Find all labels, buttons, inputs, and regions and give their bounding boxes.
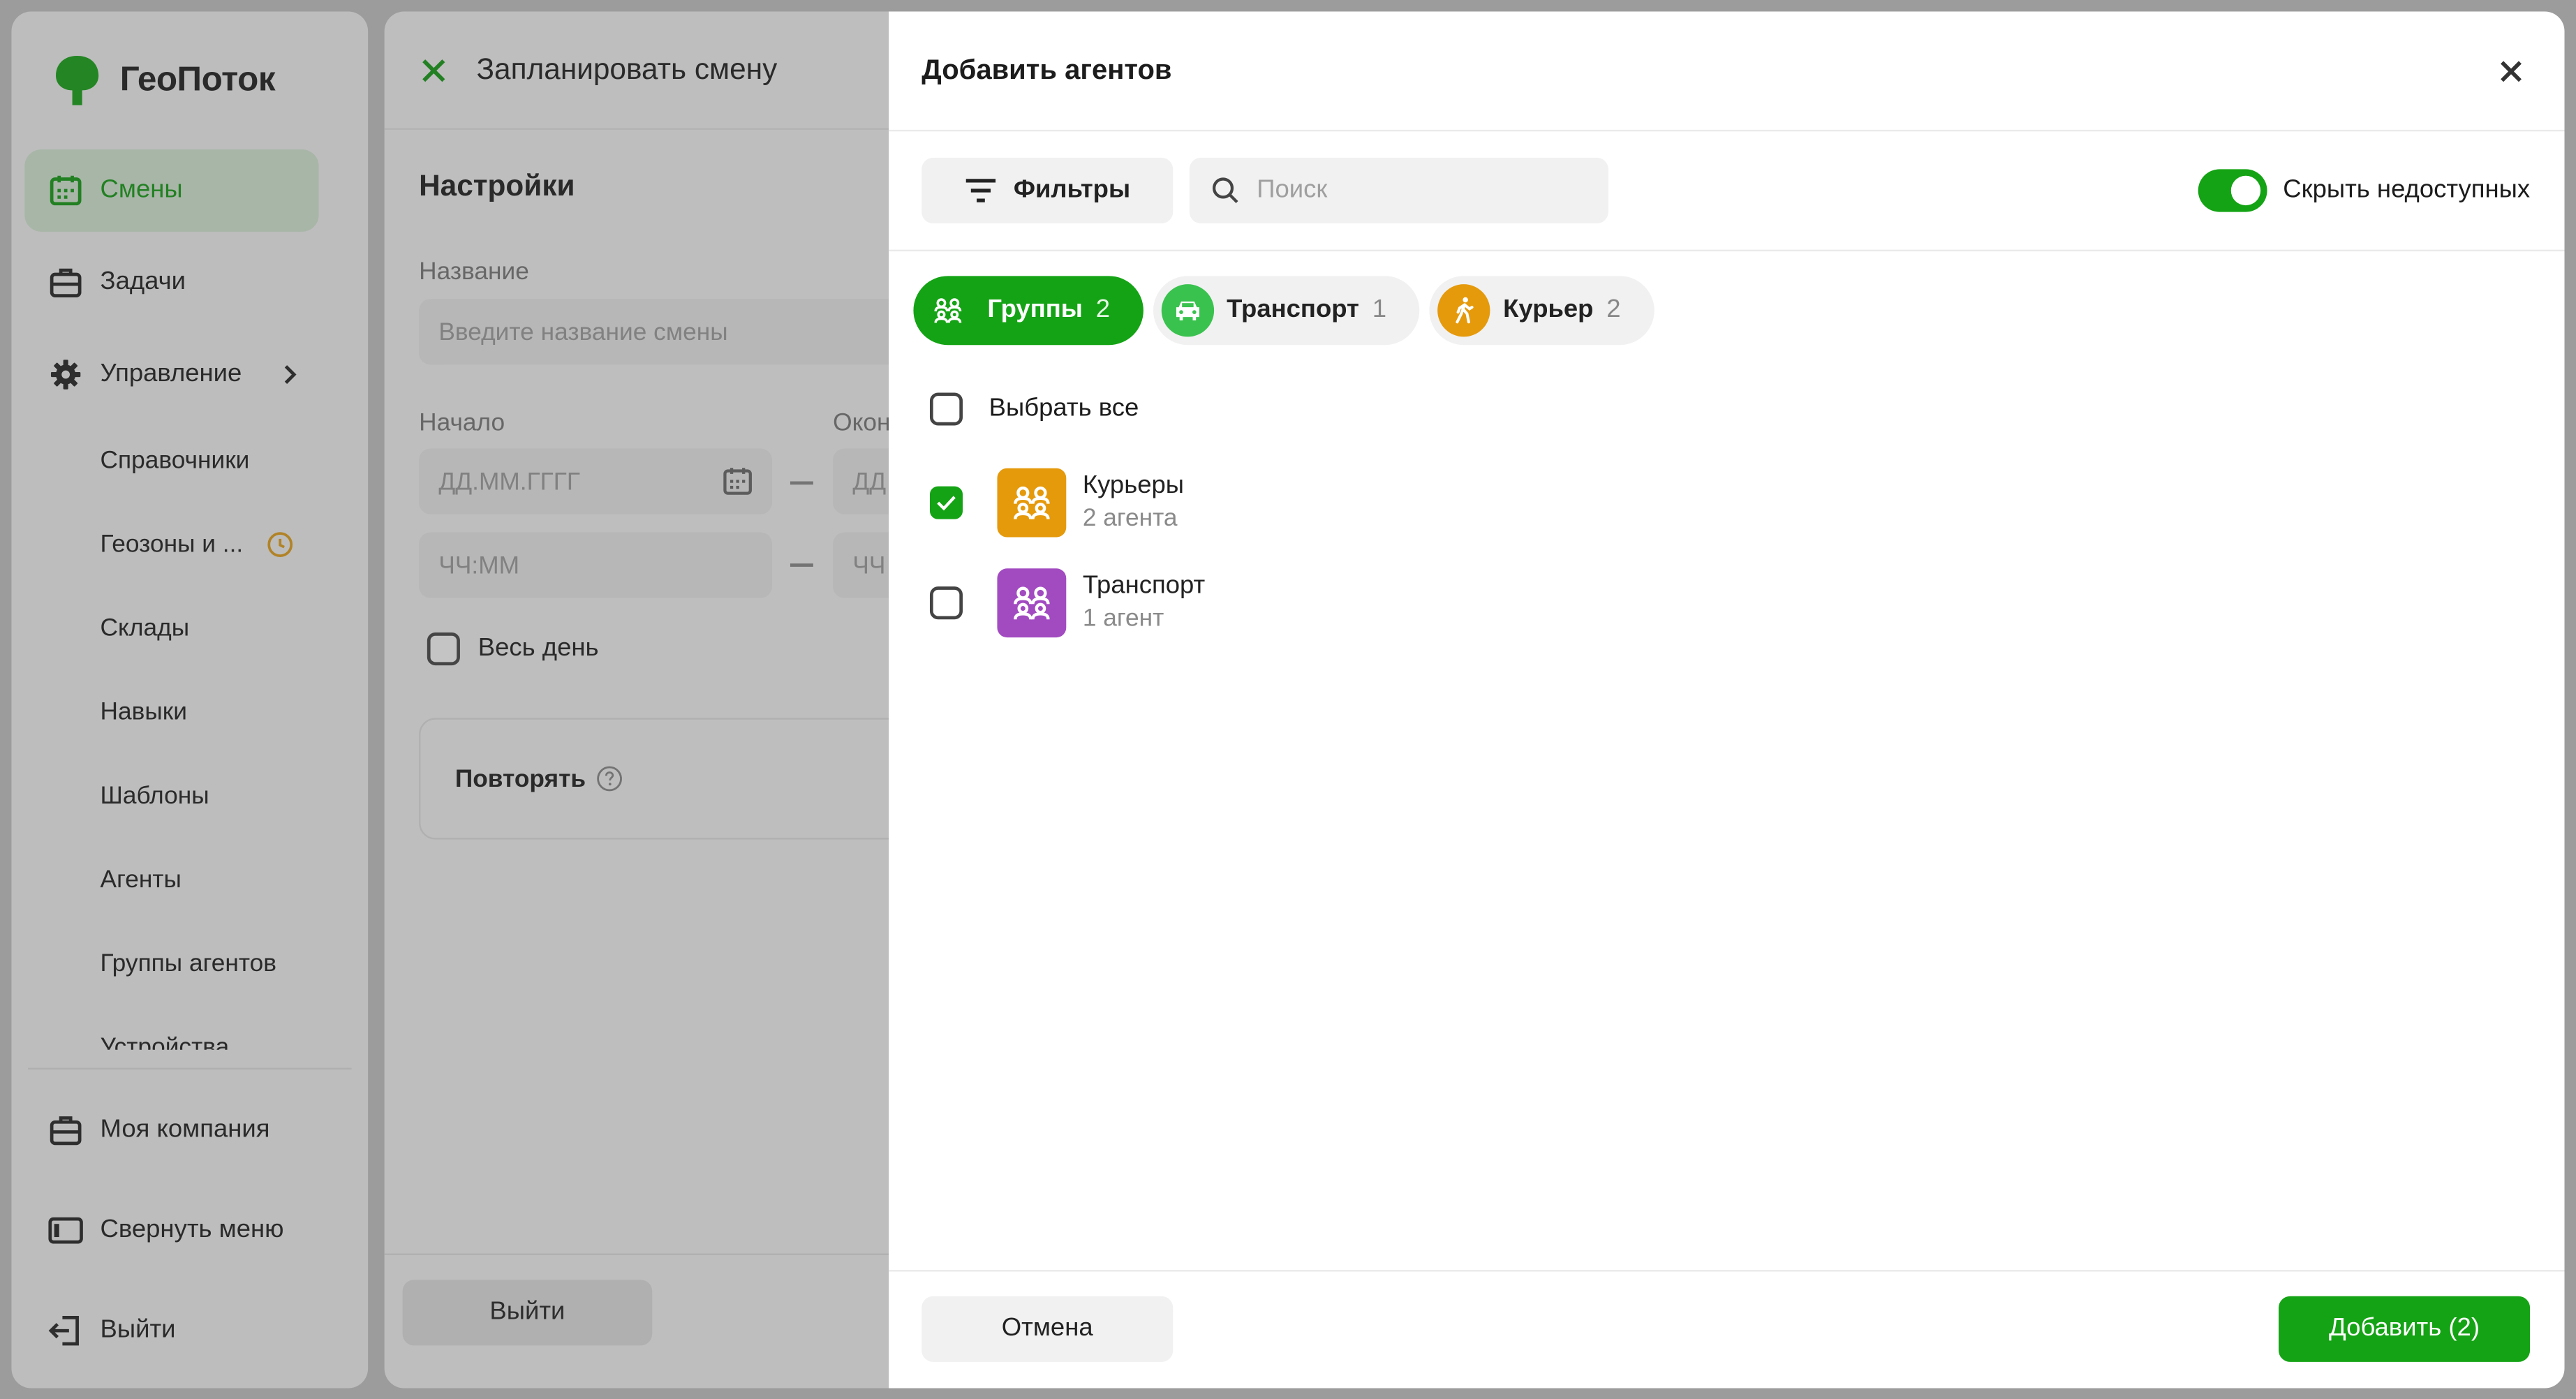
group-icon	[934, 298, 962, 323]
dialog-title: Добавить агентов	[921, 54, 1172, 86]
chip-icon-bg	[1437, 284, 1490, 337]
tab-courier[interactable]: Курьер 2	[1429, 276, 1654, 346]
walking-person-icon	[1456, 297, 1474, 324]
cancel-button[interactable]: Отмена	[921, 1296, 1174, 1362]
group-agent-count: 1 агент	[1082, 605, 1164, 633]
search-box[interactable]	[1189, 157, 1608, 224]
tab-count: 1	[1372, 295, 1387, 324]
group-avatar	[997, 468, 1067, 538]
group-name: Курьеры	[1082, 471, 1184, 500]
toggle-knob	[2230, 175, 2260, 206]
car-icon	[1176, 301, 1199, 320]
list-item[interactable]: Транспорт 1 агент	[929, 568, 1205, 638]
tab-label: Курьер	[1503, 295, 1594, 324]
dialog-toolbar: Фильтры Скрыть недоступных	[889, 131, 2565, 252]
filter-icon	[965, 179, 995, 202]
search-icon	[1212, 177, 1238, 203]
add-agents-dialog: Добавить агентов Фильтры Поиск Скрыть не…	[889, 11, 2565, 1389]
tab-label: Транспорт	[1227, 295, 1359, 324]
dialog-footer-divider	[889, 1270, 2565, 1272]
chip-icon-bg	[1161, 284, 1214, 337]
tab-transport[interactable]: Транспорт 1	[1153, 276, 1420, 346]
group-agent-count: 2 агента	[1082, 504, 1178, 533]
dialog-header: Добавить агентов	[889, 11, 2565, 132]
toggle-switch[interactable]	[2197, 169, 2267, 212]
tab-count: 2	[1095, 295, 1111, 324]
group-icon	[1014, 586, 1050, 620]
close-button[interactable]	[2492, 52, 2529, 89]
agent-type-tabs: Группы 2 Транспорт 1 Курьер 2	[913, 276, 1654, 346]
group-text: Курьеры 2 агента	[1083, 470, 1184, 535]
chip-icon-bg	[921, 284, 974, 336]
group-checkbox[interactable]	[929, 486, 963, 519]
select-all-label: Выбрать все	[989, 394, 1139, 422]
list-item[interactable]: Курьеры 2 агента	[929, 468, 1184, 538]
hide-unavailable-toggle[interactable]: Скрыть недоступных	[2197, 169, 2531, 212]
group-avatar	[997, 568, 1067, 638]
search-input[interactable]	[1257, 175, 1585, 206]
hide-unavailable-label: Скрыть недоступных	[2283, 175, 2531, 204]
group-checkbox[interactable]	[929, 586, 963, 620]
select-all-checkbox[interactable]	[929, 392, 963, 426]
tab-label: Группы	[987, 295, 1083, 324]
filters-button[interactable]: Фильтры	[921, 157, 1174, 224]
group-icon	[1014, 486, 1050, 519]
checkmark-icon	[937, 496, 956, 511]
close-icon	[2499, 60, 2521, 82]
tab-count: 2	[1606, 295, 1621, 324]
tab-groups[interactable]: Группы 2	[913, 276, 1143, 346]
select-all-option[interactable]: Выбрать все	[929, 392, 1139, 426]
group-name: Транспорт	[1082, 571, 1206, 600]
group-text: Транспорт 1 агент	[1083, 570, 1205, 636]
add-button[interactable]: Добавить (2)	[2279, 1296, 2531, 1362]
filters-label: Фильтры	[1013, 175, 1131, 204]
